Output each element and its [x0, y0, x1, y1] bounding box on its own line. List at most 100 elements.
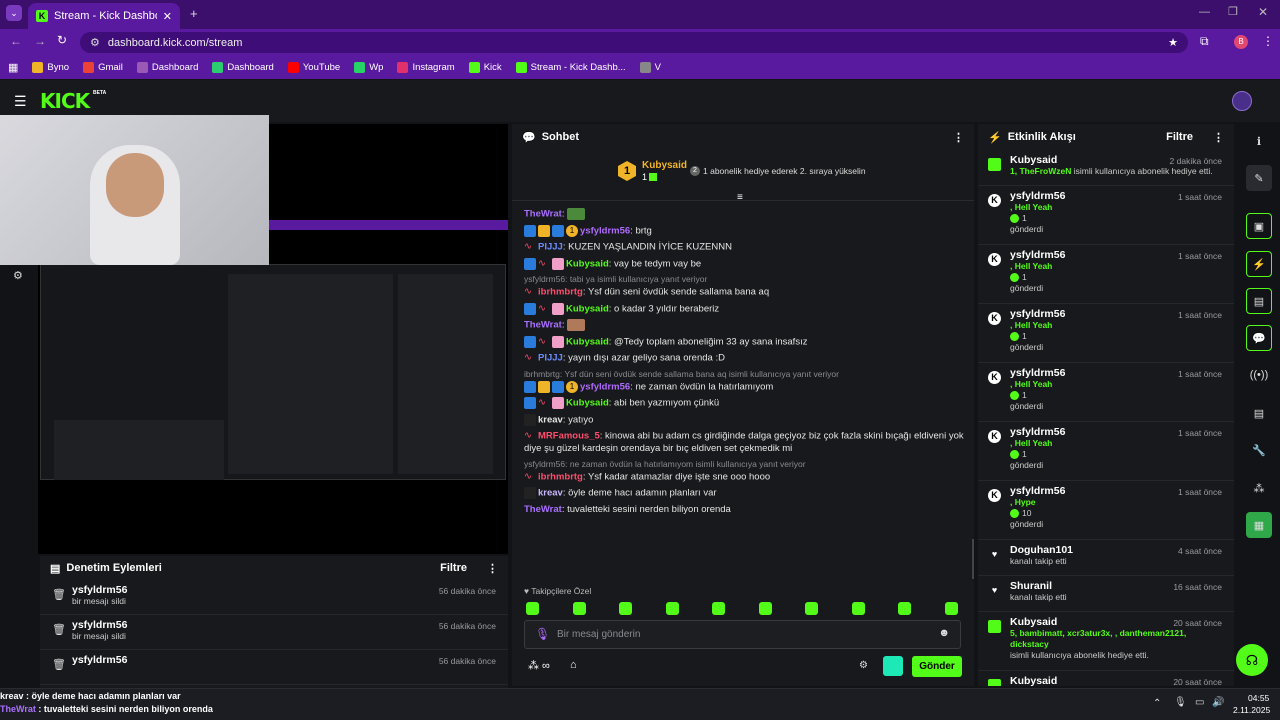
stream-settings-gear-icon[interactable]: ⚙: [13, 269, 23, 282]
activity-event[interactable]: Kysfyldrm56 1 saat önce, Hell Yeah 1 gönder…: [978, 363, 1234, 422]
chat-action-icon[interactable]: [883, 656, 903, 676]
chat-message[interactable]: ∿ Kubysaid: abi ben yazmıyom çünkü: [512, 395, 967, 412]
activity-event[interactable]: Kysfyldrm56 1 saat önce, Hype 10 gönderdi: [978, 481, 1234, 540]
chat-username[interactable]: ysfyldrm56: [580, 225, 630, 236]
emote-icon[interactable]: [805, 602, 818, 615]
chat-message[interactable]: ∿ ibrhmbrtg: Ysf dün seni övdük sende sal…: [512, 284, 967, 301]
window-restore-icon[interactable]: ❐: [1228, 5, 1238, 18]
activity-event[interactable]: Kysfyldrm56 1 saat önce, Hell Yeah 1 gönder…: [978, 422, 1234, 481]
chat-username[interactable]: ibrhmbrtg: [538, 471, 583, 482]
sidebar-pencil-icon[interactable]: ✎: [1246, 165, 1272, 191]
sidebar-notes-icon[interactable]: ▤: [1246, 288, 1272, 314]
user-avatar[interactable]: [1232, 91, 1252, 111]
bookmark-item[interactable]: Stream - Kick Dashb...: [515, 61, 626, 73]
chat-menu-icon[interactable]: ⋮: [953, 131, 964, 144]
moderation-menu-icon[interactable]: ⋮: [487, 562, 498, 575]
chat-settings-gear-icon[interactable]: ⚙: [859, 660, 868, 671]
sidebar-wrench-icon[interactable]: 🔧: [1246, 437, 1272, 463]
address-bar[interactable]: ⚙ dashboard.kick.com/stream ★: [80, 32, 1188, 53]
moderation-user[interactable]: ysfyldrm56: [72, 619, 496, 631]
emote-icon[interactable]: [572, 602, 586, 615]
clock-time[interactable]: 04:55: [1248, 693, 1269, 703]
emote-icon[interactable]: [758, 602, 772, 615]
chat-username[interactable]: Kubysaid: [566, 398, 609, 409]
chat-username[interactable]: Kubysaid: [566, 258, 609, 269]
chat-username[interactable]: PIJJJ: [538, 353, 563, 364]
activity-menu-icon[interactable]: ⋮: [1213, 131, 1224, 144]
apps-grid-icon[interactable]: ▦: [8, 61, 18, 74]
gifter-name[interactable]: Kubysaid: [642, 160, 687, 171]
clock-date[interactable]: 2.11.2025: [1233, 705, 1270, 715]
tab-search-button[interactable]: ⌄: [6, 5, 22, 21]
sidebar-lightning-icon[interactable]: ⚡: [1246, 251, 1272, 277]
chat-message[interactable]: kreav: yatıyo: [512, 412, 967, 429]
emote-icon[interactable]: [898, 602, 911, 615]
bookmark-item[interactable]: Byno: [32, 61, 69, 73]
sidebar-apps-icon[interactable]: ▦: [1246, 512, 1272, 538]
sidebar-broadcast-icon[interactable]: ((•)): [1246, 362, 1272, 388]
chat-message[interactable]: TheWrat:: [512, 317, 967, 334]
window-minimize-icon[interactable]: —: [1199, 6, 1210, 18]
chat-username[interactable]: PIJJJ: [538, 242, 563, 253]
emote-icon[interactable]: [619, 602, 632, 615]
close-tab-icon[interactable]: ✕: [163, 10, 172, 23]
emote-icon[interactable]: [944, 602, 958, 615]
chat-username[interactable]: kreav: [538, 414, 563, 425]
tray-volume-icon[interactable]: 🔊: [1212, 697, 1224, 708]
forward-icon[interactable]: →: [34, 34, 46, 48]
chat-message[interactable]: ∿ Kubysaid: o kadar 3 yıldır beraberiz: [512, 301, 967, 318]
moderation-row[interactable]: 🗑 ysfyldrm56 bir mesajı sildi 56 dakika önc…: [40, 615, 508, 650]
emote-icon[interactable]: [665, 602, 679, 615]
send-button[interactable]: Gönder: [912, 656, 962, 677]
chat-username[interactable]: TheWrat: [524, 209, 562, 220]
bookmark-item[interactable]: V: [639, 61, 661, 73]
chat-username[interactable]: TheWrat: [524, 320, 562, 331]
emoji-picker-icon[interactable]: ☻: [938, 627, 950, 639]
store-icon[interactable]: ⌂: [570, 659, 577, 671]
chat-message[interactable]: ∿ PIJJJ: yayın dışı azar geliyo sana oren…: [512, 350, 967, 367]
chat-username[interactable]: ysfyldrm56: [580, 381, 630, 392]
chat-username[interactable]: Kubysaid: [566, 303, 609, 314]
tray-mic-icon[interactable]: 🎙: [1174, 697, 1187, 708]
emote-icon[interactable]: [526, 602, 539, 615]
chat-scrollbar[interactable]: [972, 539, 974, 579]
emote-icon[interactable]: [712, 602, 725, 615]
moderation-row[interactable]: 🗑 ysfyldrm56 bir mesajı sildi 56 dakika önc…: [40, 580, 508, 615]
bookmark-item[interactable]: Dashboard: [212, 61, 274, 73]
activity-event[interactable]: Kysfyldrm56 1 saat önce, Hell Yeah 1 gönder…: [978, 245, 1234, 304]
sidebar-info-icon[interactable]: ℹ: [1246, 128, 1272, 154]
activity-event[interactable]: Kubysaid 20 saat önce 5, bambimatt, xcr3at…: [978, 612, 1234, 671]
activity-event[interactable]: Kysfyldrm56 1 saat önce, Hell Yeah 1 gönder…: [978, 186, 1234, 245]
chat-username[interactable]: ibrhmbrtg: [538, 287, 583, 298]
bookmark-item[interactable]: Dashboard: [136, 61, 198, 73]
help-fab[interactable]: ☊: [1236, 644, 1268, 676]
chat-username[interactable]: TheWrat: [524, 504, 562, 515]
chat-username[interactable]: Kubysaid: [566, 336, 609, 347]
activity-filter-button[interactable]: Filtre: [1166, 131, 1193, 143]
browser-tab[interactable]: K Stream - Kick Dashboard ✕: [28, 3, 180, 29]
site-info-icon[interactable]: ⚙: [90, 36, 100, 49]
tray-chevron-icon[interactable]: ⌃: [1153, 698, 1161, 709]
chat-message[interactable]: TheWrat: tuvaletteki sesini nerden biliy…: [512, 502, 967, 518]
moderation-filter-button[interactable]: Filtre: [440, 562, 467, 574]
chat-username[interactable]: kreav: [538, 488, 563, 499]
tray-network-icon[interactable]: ▭: [1195, 697, 1204, 708]
activity-event[interactable]: Kubysaid 2 dakika önce 1, TheFroWzeN isiml…: [978, 150, 1234, 186]
moderation-user[interactable]: ysfyldrm56: [72, 584, 496, 596]
moderation-user[interactable]: ysfyldrm56: [72, 654, 496, 666]
hamburger-menu-icon[interactable]: ☰: [14, 93, 27, 110]
bookmark-item[interactable]: Wp: [354, 61, 383, 73]
collapse-pinned-icon[interactable]: ≡: [737, 192, 743, 203]
activity-event[interactable]: Kysfyldrm56 1 saat önce, Hell Yeah 1 gönder…: [978, 304, 1234, 363]
chat-message[interactable]: 1 ysfyldrm56: brtg: [512, 223, 967, 240]
sidebar-screen-icon[interactable]: ▣: [1246, 213, 1272, 239]
kick-logo[interactable]: KICK: [40, 89, 90, 113]
bookmark-item[interactable]: Kick: [468, 61, 502, 73]
sidebar-share-icon[interactable]: ⁂: [1246, 475, 1272, 501]
bookmark-star-icon[interactable]: ★: [1168, 36, 1178, 49]
bookmark-item[interactable]: YouTube: [287, 61, 340, 73]
extensions-icon[interactable]: ⧉: [1200, 34, 1209, 49]
back-icon[interactable]: ←: [10, 34, 22, 48]
profile-avatar[interactable]: B: [1234, 35, 1248, 49]
bookmark-item[interactable]: Gmail: [83, 61, 123, 73]
